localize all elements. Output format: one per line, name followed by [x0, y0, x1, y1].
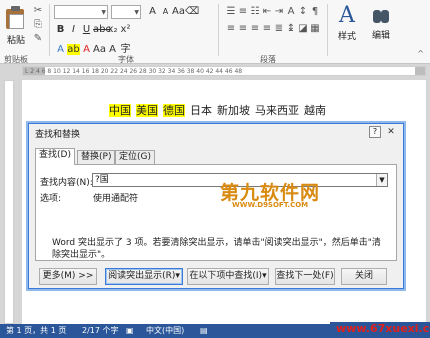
styles-icon: A: [339, 3, 355, 28]
clipboard-icon: [5, 6, 27, 30]
align-right-icon[interactable]: ≡: [249, 23, 261, 34]
find-panel: 查找内容(N): ?国 ▼ 选项: 使用通配符 第九软件网 WWW.D9SOFT…: [35, 164, 397, 261]
close-button[interactable]: 关闭: [341, 268, 387, 285]
macro-icon[interactable]: ▤: [200, 324, 208, 338]
language[interactable]: 中文(中国): [146, 324, 184, 338]
chinese-layout-icon[interactable]: A: [285, 6, 297, 17]
char-shading-icon[interactable]: Aa: [93, 44, 106, 55]
word: 马来西亚: [255, 104, 299, 117]
word-count[interactable]: 2/17 个字: [82, 324, 119, 338]
ruler-ticks: L 2 4 6 8 10 12 14 16 18 20 22 24 26 28 …: [25, 68, 243, 75]
line-spacing-icon[interactable]: ↨: [285, 23, 297, 34]
shading-icon[interactable]: ◪: [297, 23, 309, 34]
word: 新加坡: [217, 104, 250, 117]
help-button[interactable]: ?: [369, 126, 381, 138]
borders-icon[interactable]: ▦: [309, 23, 321, 34]
decrease-indent-icon[interactable]: ⇤: [261, 6, 273, 17]
tab-replace[interactable]: 替换(P): [77, 150, 116, 164]
font-color-tools: Aab A Aa A 字: [54, 40, 132, 55]
numbering-icon[interactable]: ≡: [237, 6, 249, 17]
font-size-tools: A A Aa⌫: [146, 6, 199, 17]
text-effects-icon[interactable]: A: [54, 44, 67, 55]
increase-indent-icon[interactable]: ⇥: [273, 6, 285, 17]
highlight-icon[interactable]: ab: [67, 44, 80, 55]
justify-icon[interactable]: ≡: [261, 23, 273, 34]
bullets-icon[interactable]: ☰: [225, 6, 237, 17]
find-in-button[interactable]: 在以下项中查找(I)▾: [187, 268, 269, 285]
close-icon[interactable]: ✕: [384, 126, 398, 138]
styles-button[interactable]: A 样式: [331, 3, 363, 42]
word-highlighted: 中国: [109, 104, 131, 117]
clipboard-group-label: 剪贴板: [4, 55, 28, 64]
word: 越南: [304, 104, 326, 117]
cut-icon[interactable]: ✂: [31, 4, 45, 18]
divider: [218, 4, 219, 56]
watermark-url: WWW.D9SOFT.COM: [232, 201, 309, 209]
format-painter-icon[interactable]: ✎: [31, 32, 45, 46]
font-group-label: 字体: [118, 55, 134, 64]
vertical-ruler[interactable]: [4, 80, 14, 324]
styles-label: 样式: [337, 32, 356, 42]
divider: [327, 4, 328, 56]
paragraph-group-label: 段落: [260, 55, 276, 64]
word-highlighted: 德国: [163, 104, 185, 117]
font-style-tools: B I Uabcx₂ x²: [54, 24, 132, 35]
paste-button[interactable]: 粘贴: [3, 4, 29, 48]
editing-label: 编辑: [371, 31, 390, 41]
proofing-icon[interactable]: ▣: [126, 324, 134, 338]
find-replace-dialog: 查找和替换 ? ✕ 查找(D) 替换(P) 定位(G) 查找内容(N): ?国 …: [28, 123, 404, 289]
bold-icon[interactable]: B: [54, 24, 67, 35]
word-highlighted: 美国: [136, 104, 158, 117]
clear-format-icon[interactable]: ⌫: [185, 6, 199, 17]
word: 日本: [190, 104, 212, 117]
result-message: Word 突出显示了 3 项。若要清除突出显示，请单击"阅读突出显示"，然后单击…: [52, 238, 381, 260]
underline-icon[interactable]: U: [80, 24, 93, 35]
grow-font-icon[interactable]: A: [146, 6, 159, 17]
horizontal-ruler[interactable]: L 2 4 6 8 10 12 14 16 18 20 22 24 26 28 …: [22, 66, 426, 76]
reading-highlight-button[interactable]: 阅读突出显示(R)▾: [105, 268, 183, 285]
shrink-font-icon[interactable]: A: [159, 7, 172, 16]
ribbon: 粘贴 ✂ ⎘ ✎ ▼ ▼ A A Aa⌫ B I Uabcx₂ x² Aab A Aa A 字 剪…: [0, 0, 430, 64]
chevron-down-icon[interactable]: ▼: [376, 174, 387, 186]
options-label: 选项:: [40, 194, 62, 204]
find-value: ?国: [95, 175, 109, 185]
font-color-icon[interactable]: A: [80, 44, 93, 55]
font-size-dropdown[interactable]: ▼: [111, 5, 141, 19]
tab-goto[interactable]: 定位(G): [115, 150, 155, 164]
phonetic-icon[interactable]: 字: [119, 40, 132, 55]
binoculars-icon: [372, 7, 390, 25]
dialog-title: 查找和替换: [35, 130, 81, 140]
superscript-icon[interactable]: x²: [119, 24, 132, 35]
show-marks-icon[interactable]: ¶: [309, 6, 321, 17]
find-label: 查找内容(N):: [40, 178, 93, 188]
editing-button[interactable]: 编辑: [366, 3, 396, 41]
align-left-icon[interactable]: ≡: [225, 23, 237, 34]
divider: [49, 4, 50, 56]
tab-find[interactable]: 查找(D): [35, 148, 75, 165]
document-text-line: 中国 美国 德国 日本 新加坡 马来西亚 越南: [109, 102, 331, 118]
page-count[interactable]: 第 1 页，共 1 页: [6, 324, 66, 338]
copy-icon[interactable]: ⎘: [31, 18, 45, 32]
paste-label: 粘贴: [6, 36, 25, 46]
watermark-site: www.67xuexi.com: [330, 322, 430, 335]
distribute-icon[interactable]: ≣: [273, 23, 285, 34]
paragraph-tools: ☰ ≡ ☷ ⇤ ⇥ A ↕ ¶ ≡ ≡ ≡ ≡ ≣ ↨ ◪ ▦: [225, 6, 321, 34]
italic-icon[interactable]: I: [67, 24, 80, 35]
center-icon[interactable]: ≡: [237, 23, 249, 34]
strikethrough-icon[interactable]: abc: [93, 24, 111, 35]
sort-icon[interactable]: ↕: [297, 6, 309, 17]
find-next-button[interactable]: 查找下一处(F): [275, 268, 335, 285]
clipboard-tools: ✂ ⎘ ✎: [31, 4, 45, 46]
multilevel-icon[interactable]: ☷: [249, 6, 261, 17]
font-name-dropdown[interactable]: ▼: [54, 5, 108, 19]
subscript-icon[interactable]: x₂: [106, 24, 119, 35]
change-case-icon[interactable]: Aa: [172, 6, 185, 17]
more-button[interactable]: 更多(M) >>: [39, 268, 97, 285]
options-value: 使用通配符: [93, 194, 139, 204]
collapse-ribbon-icon[interactable]: ^: [417, 49, 424, 58]
